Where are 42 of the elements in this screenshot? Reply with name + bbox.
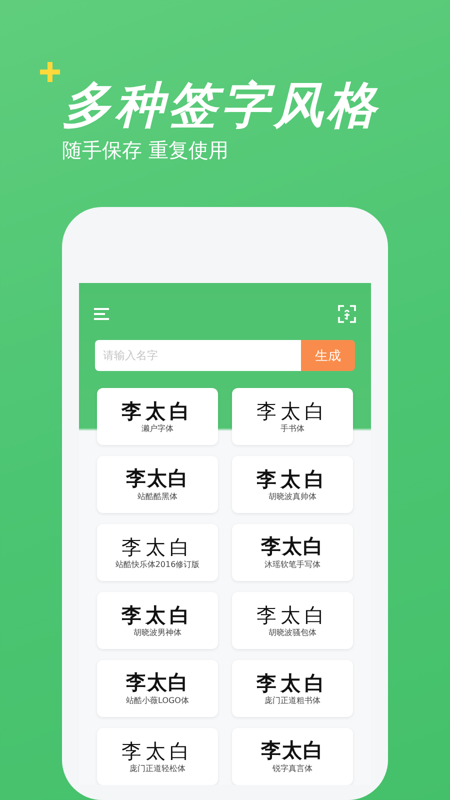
font-style-card[interactable]: 李太白 站酷酷黑体 (97, 456, 218, 513)
signature-sample: 李太白 (122, 603, 194, 627)
signature-sample: 李太白 (261, 535, 324, 559)
signature-sample: 李太白 (122, 739, 194, 763)
font-name: 濑户字体 (142, 423, 174, 434)
font-name: 庞门正道轻松体 (130, 763, 186, 774)
font-style-card[interactable]: 李太白 胡晓波男神体 (97, 592, 218, 649)
plus-icon (40, 62, 60, 82)
signature-sample: 李太白 (256, 671, 328, 695)
font-name: 站酷酷黑体 (138, 491, 178, 502)
font-name: 胡晓波骚包体 (268, 627, 316, 638)
signature-sample: 李太白 (256, 399, 328, 423)
signature-sample: 李太白 (122, 535, 194, 559)
menu-icon[interactable] (94, 308, 109, 320)
font-style-card[interactable]: 李太白 锐字真言体 (232, 728, 353, 785)
font-name: 站酷快乐体2016修订版 (115, 559, 200, 570)
font-name: 锐字真言体 (272, 763, 312, 774)
name-input-field[interactable]: 请输入名字 (95, 340, 301, 371)
font-name: 胡晓波真帅体 (268, 491, 316, 502)
font-name: 站酷小薇LOGO体 (126, 695, 189, 706)
signature-sample: 李太白 (256, 603, 328, 627)
font-style-card[interactable]: 李太白 胡晓波骚包体 (232, 592, 353, 649)
signature-sample: 李太白 (261, 739, 324, 763)
signature-sample: 李太白 (122, 399, 194, 423)
font-style-card[interactable]: 李太白 庞门正道轻松体 (97, 728, 218, 785)
signature-sample: 李太白 (126, 467, 189, 491)
font-style-card[interactable]: 李太白 手书体 (232, 388, 353, 445)
font-style-card[interactable]: 李太白 胡晓波真帅体 (232, 456, 353, 513)
signature-sample: 李太白 (256, 467, 328, 491)
font-style-card[interactable]: 李太白 庞门正道粗书体 (232, 660, 353, 717)
subtitle: 随手保存 重复使用 (62, 137, 230, 164)
scan-icon[interactable] (338, 305, 356, 323)
font-style-card[interactable]: 李太白 站酷快乐体2016修订版 (97, 524, 218, 581)
font-style-card[interactable]: 李太白 站酷小薇LOGO体 (97, 660, 218, 717)
font-name: 庞门正道粗书体 (264, 695, 320, 706)
font-name: 手书体 (280, 423, 304, 434)
font-style-card[interactable]: 李太白 濑户字体 (97, 388, 218, 445)
font-name: 胡晓波男神体 (134, 627, 182, 638)
headline: 多种签字风格 (62, 78, 381, 134)
font-name: 沐瑶软笔手写体 (264, 559, 320, 570)
signature-sample: 李太白 (126, 671, 189, 695)
font-style-card[interactable]: 李太白 沐瑶软笔手写体 (232, 524, 353, 581)
